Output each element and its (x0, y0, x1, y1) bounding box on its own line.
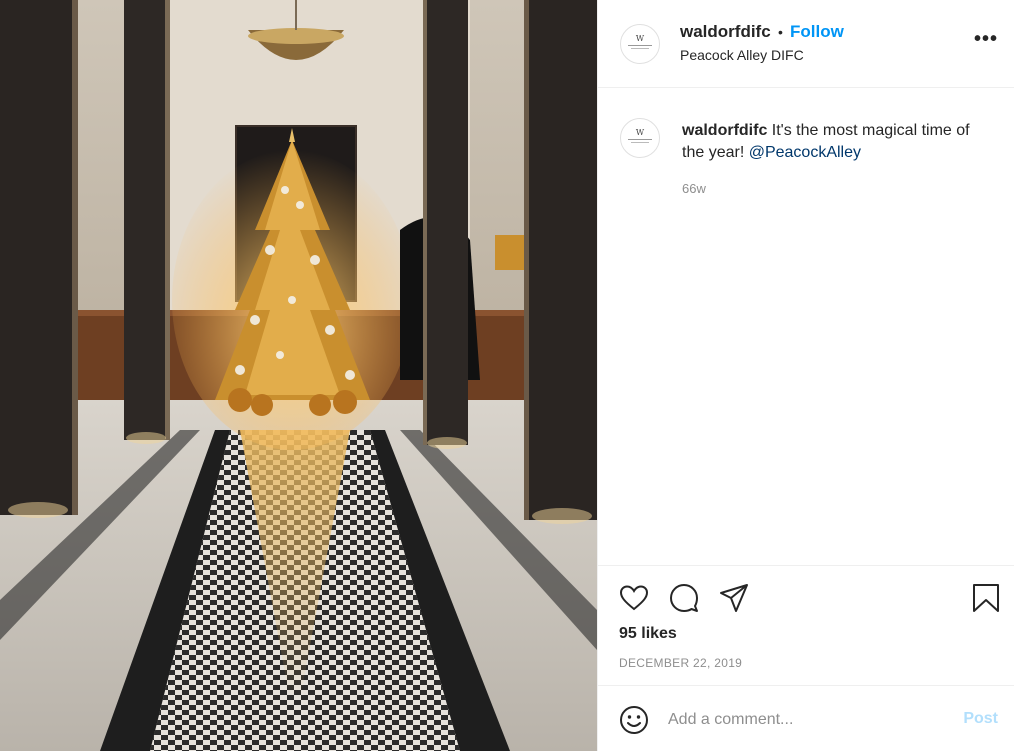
comment-bar: Post (598, 685, 1014, 751)
header-username[interactable]: waldorfdifc (680, 22, 771, 42)
location-link[interactable]: Peacock Alley DIFC (680, 47, 804, 63)
post-photo[interactable] (0, 0, 597, 751)
caption-text: waldorfdifc It's the most magical time o… (682, 120, 994, 164)
post-date: DECEMBER 22, 2019 (619, 656, 743, 670)
bookmark-icon[interactable] (970, 582, 1002, 614)
paper-plane-icon[interactable] (718, 582, 750, 614)
mention-link[interactable]: @PeacockAlley (749, 144, 861, 161)
post-actions: 95 likes DECEMBER 22, 2019 (598, 565, 1014, 685)
likes-count[interactable]: 95 likes (619, 625, 677, 643)
post-button[interactable]: Post (963, 710, 998, 728)
avatar[interactable]: W (620, 118, 660, 158)
waldorf-logo-icon: W (635, 34, 645, 43)
heart-icon[interactable] (618, 582, 650, 614)
avatar[interactable]: W (620, 24, 660, 64)
post-header: W waldorfdifc • Follow Peacock Alley DIF… (598, 0, 1014, 88)
comment-input[interactable] (668, 708, 938, 732)
christmas-tree-lobby-image (0, 0, 597, 751)
more-options-icon[interactable]: ••• (974, 28, 998, 51)
post-age[interactable]: 66w (682, 181, 706, 196)
post-side-panel: W waldorfdifc • Follow Peacock Alley DIF… (597, 0, 1014, 751)
smiley-icon[interactable] (618, 704, 650, 736)
separator-dot: • (778, 24, 783, 40)
caption-username[interactable]: waldorfdifc (682, 122, 767, 139)
follow-button[interactable]: Follow (790, 22, 844, 42)
waldorf-logo-icon: W (635, 128, 645, 137)
comment-icon[interactable] (668, 582, 700, 614)
